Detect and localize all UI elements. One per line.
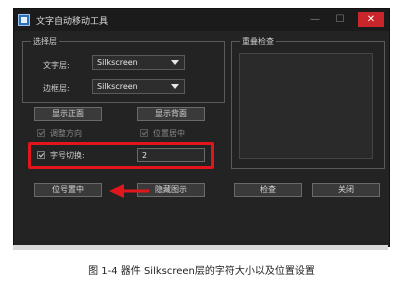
figure-caption: 图 1-4 器件 Silkscreen层的字符大小以及位置设置 — [88, 266, 315, 277]
tool-window: 文字自动移动工具 — ☐ ✕ 选择层 文字层: Silkscreen 边框层: … — [13, 8, 390, 247]
window-bottom-strip — [13, 245, 388, 250]
annotation-arrow — [109, 184, 149, 198]
